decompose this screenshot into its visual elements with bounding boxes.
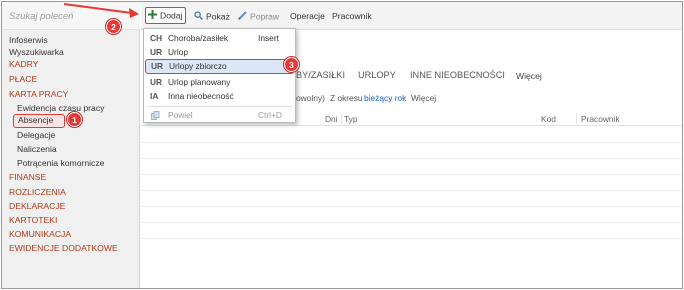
menu-item-shortcut: Ctrl+D bbox=[258, 110, 282, 120]
callout-badge-3: 3 bbox=[284, 57, 299, 72]
menu-item-urlop[interactable]: UR Urlop bbox=[145, 45, 294, 60]
filter-period-link[interactable]: bieżący rok bbox=[364, 93, 406, 103]
sidebar-item-potracenia-komornicze[interactable]: Potrącenia komornicze bbox=[17, 157, 104, 169]
filter-more-link[interactable]: Więcej bbox=[411, 93, 436, 103]
employee-menu[interactable]: Pracownik bbox=[332, 9, 372, 23]
menu-item-label: Powiel bbox=[168, 110, 193, 120]
column-dni[interactable]: Dni bbox=[325, 114, 338, 124]
menu-item-powiel[interactable]: Powiel Ctrl+D bbox=[145, 108, 294, 123]
show-button-label: Pokaż bbox=[206, 11, 230, 22]
magnifier-icon bbox=[194, 10, 204, 24]
menu-item-shortcut: Insert bbox=[258, 33, 279, 43]
sidebar: Szukaj poleceń Infoserwis Wyszukiwarka K… bbox=[2, 2, 140, 288]
grid-row-divider bbox=[141, 142, 682, 143]
sidebar-item-absencje[interactable]: Absencje bbox=[13, 114, 65, 128]
app-window: Szukaj poleceń Infoserwis Wyszukiwarka K… bbox=[1, 1, 683, 289]
menu-item-urlop-planowany[interactable]: UR Urlop planowany bbox=[145, 75, 294, 90]
menu-item-label: Urlopy zbiorczo bbox=[169, 61, 227, 71]
grid-row-divider bbox=[141, 158, 682, 159]
sidebar-item-delegacje[interactable]: Delegacje bbox=[17, 129, 55, 141]
column-kod[interactable]: Kod bbox=[541, 114, 556, 124]
grid-row-divider bbox=[141, 238, 682, 239]
sidebar-item-komunikacja[interactable]: KOMUNIKACJA bbox=[9, 228, 71, 240]
sidebar-item-deklaracje[interactable]: DEKLARACJE bbox=[9, 200, 65, 212]
grid-row-divider bbox=[141, 222, 682, 223]
add-dropdown-menu: CH Choroba/zasiłek Insert UR Urlop UR Ur… bbox=[143, 28, 296, 123]
grid-row-divider bbox=[141, 190, 682, 191]
tab-inne-nieobecnosci[interactable]: INNE NIEOBECNOŚCI bbox=[410, 70, 505, 80]
edit-button[interactable]: Popraw bbox=[238, 9, 279, 23]
operations-menu[interactable]: Operacje bbox=[290, 9, 325, 23]
menu-item-label: Urlop bbox=[168, 47, 189, 57]
sidebar-item-kadry[interactable]: KADRY bbox=[9, 58, 38, 70]
sidebar-item-ewidencja-czasu-pracy[interactable]: Ewidencja czasu pracy bbox=[17, 102, 104, 114]
grid-row-divider bbox=[141, 206, 682, 207]
sidebar-item-wyszukiwarka[interactable]: Wyszukiwarka bbox=[9, 46, 64, 58]
sidebar-item-place[interactable]: PŁACE bbox=[9, 73, 37, 85]
menu-item-code: UR bbox=[150, 47, 163, 57]
tabs-more-link[interactable]: Więcej bbox=[516, 71, 542, 81]
menu-item-code: CH bbox=[150, 33, 163, 43]
sidebar-item-naliczenia[interactable]: Naliczenia bbox=[17, 143, 57, 155]
callout-badge-1: 1 bbox=[67, 112, 82, 127]
command-search-placeholder: Szukaj poleceń bbox=[9, 11, 74, 22]
filter-mode-text: owolny) bbox=[296, 93, 325, 103]
tab-choroby-zasilki[interactable]: BY/ZASIŁKI bbox=[296, 70, 345, 80]
menu-separator bbox=[147, 106, 292, 107]
filter-period-label: Z okresu bbox=[330, 93, 363, 103]
menu-item-code: UR bbox=[150, 77, 163, 87]
filter-period-value[interactable]: bieżący rok bbox=[364, 93, 406, 103]
edit-button-label: Popraw bbox=[250, 11, 280, 22]
tab-urlopy[interactable]: URLOPY bbox=[358, 70, 396, 80]
sidebar-item-infoserwis[interactable]: Infoserwis bbox=[9, 34, 48, 46]
column-separator bbox=[341, 113, 342, 124]
column-typ[interactable]: Typ bbox=[344, 114, 358, 124]
menu-item-label: Choroba/zasiłek bbox=[168, 33, 229, 43]
menu-item-urlopy-zbiorczo[interactable]: UR Urlopy zbiorczo bbox=[145, 59, 294, 74]
menu-item-code: IA bbox=[150, 91, 159, 101]
menu-item-choroba-zasilek[interactable]: CH Choroba/zasiłek Insert bbox=[145, 31, 294, 46]
column-pracownik[interactable]: Pracownik bbox=[581, 114, 620, 124]
pencil-icon bbox=[238, 10, 247, 24]
add-button-label: Dodaj bbox=[160, 10, 183, 21]
sidebar-item-kartoteki[interactable]: KARTOTEKI bbox=[9, 214, 57, 226]
sidebar-item-rozliczenia[interactable]: ROZLICZENIA bbox=[9, 186, 66, 198]
callout-badge-2: 2 bbox=[106, 19, 121, 34]
plus-icon bbox=[148, 9, 157, 23]
sidebar-item-karta-pracy[interactable]: KARTA PRACY bbox=[9, 88, 68, 100]
column-separator bbox=[576, 113, 577, 124]
menu-item-code: UR bbox=[151, 61, 164, 71]
menu-item-label: Urlop planowany bbox=[168, 77, 231, 87]
copy-icon bbox=[151, 108, 160, 123]
add-button[interactable]: Dodaj bbox=[145, 7, 187, 24]
toolbar: Dodaj Pokaż Popraw Operacje Pracownik bbox=[141, 2, 682, 30]
sidebar-item-ewidencje-dodatkowe[interactable]: EWIDENCJE DODATKOWE bbox=[9, 242, 118, 254]
sidebar-item-finanse[interactable]: FINANSE bbox=[9, 171, 46, 183]
show-button[interactable]: Pokaż bbox=[194, 9, 230, 23]
menu-item-label: Inna nieobecność bbox=[168, 91, 234, 101]
grid-row-divider bbox=[141, 174, 682, 175]
menu-item-inna-nieobecnosc[interactable]: IA Inna nieobecność bbox=[145, 89, 294, 104]
